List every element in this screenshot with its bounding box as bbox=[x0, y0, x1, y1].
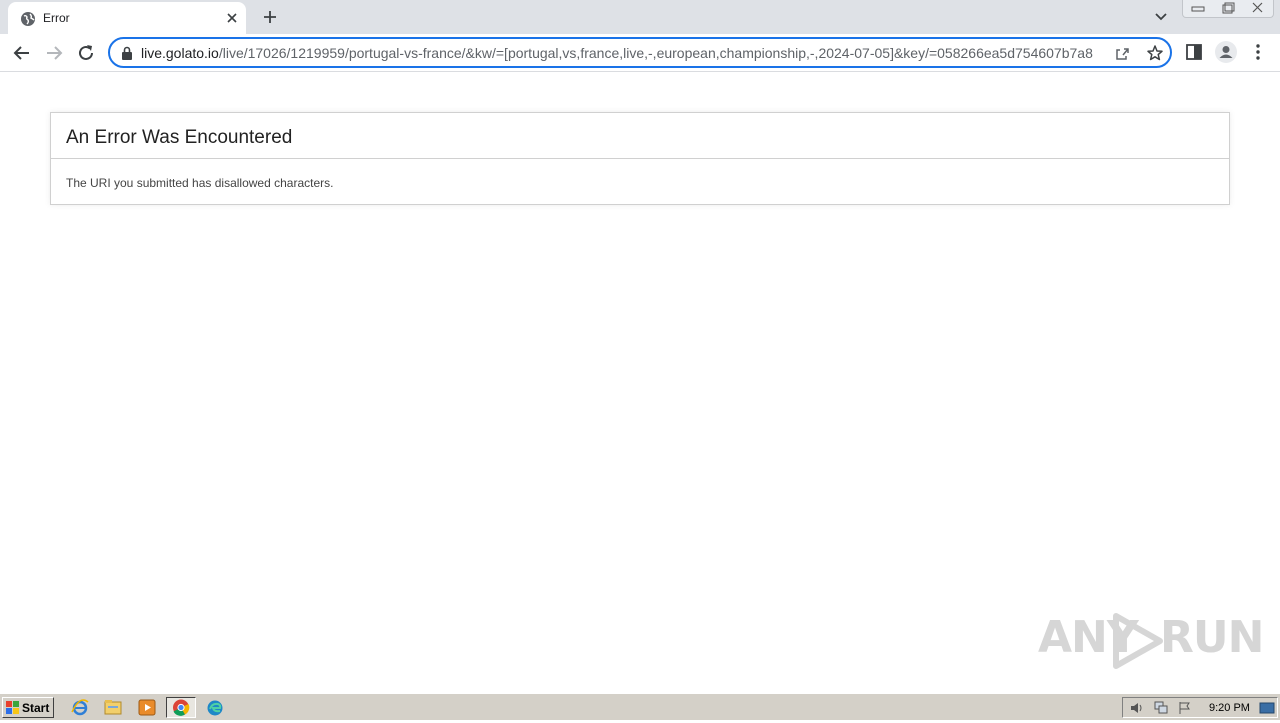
url-text[interactable]: live.golato.io/live/17026/1219959/portug… bbox=[141, 45, 1106, 61]
new-tab-icon[interactable] bbox=[260, 7, 280, 27]
start-button[interactable]: Start bbox=[2, 697, 54, 718]
media-icon bbox=[138, 699, 156, 716]
panel-divider bbox=[51, 158, 1229, 159]
chrome-icon bbox=[173, 699, 190, 716]
url-path: /live/17026/1219959/portugal-vs-france/&… bbox=[218, 45, 1093, 61]
explorer-icon[interactable] bbox=[102, 697, 124, 718]
window-controls bbox=[1182, 0, 1274, 18]
minimize-icon bbox=[1191, 6, 1205, 12]
reload-icon[interactable] bbox=[75, 42, 97, 64]
watermark-right: RUN bbox=[1160, 612, 1264, 663]
lock-icon[interactable] bbox=[121, 46, 133, 60]
side-panel-icon[interactable] bbox=[1185, 43, 1203, 61]
share-icon[interactable] bbox=[1114, 44, 1132, 62]
taskbar: Start 9:20 PM bbox=[0, 693, 1280, 720]
url-host: live.golato.io bbox=[141, 45, 219, 61]
back-arrow-icon[interactable] bbox=[11, 42, 33, 64]
play-logo-icon bbox=[1113, 613, 1163, 669]
close-window-button[interactable] bbox=[1243, 0, 1273, 17]
taskbar-clock[interactable]: 9:20 PM bbox=[1209, 702, 1250, 714]
show-desktop-icon[interactable] bbox=[1259, 701, 1275, 715]
address-bar[interactable]: live.golato.io/live/17026/1219959/portug… bbox=[108, 37, 1172, 68]
error-message: The URI you submitted has disallowed cha… bbox=[66, 176, 334, 190]
windows-logo-icon bbox=[6, 701, 19, 714]
profile-avatar[interactable] bbox=[1215, 41, 1237, 63]
close-tab-icon[interactable] bbox=[224, 10, 240, 26]
network-icon[interactable] bbox=[1153, 701, 1169, 715]
edge-icon[interactable] bbox=[204, 697, 226, 718]
tab-strip: Error bbox=[0, 0, 1280, 34]
folder-icon bbox=[104, 700, 122, 715]
microsoft-edge-icon bbox=[207, 700, 223, 716]
forward-arrow-icon[interactable] bbox=[43, 42, 65, 64]
system-tray: 9:20 PM bbox=[1122, 697, 1278, 718]
tab-title: Error bbox=[43, 11, 70, 25]
anyrun-watermark: ANY RUN bbox=[1038, 612, 1264, 670]
internet-explorer-icon bbox=[71, 699, 89, 716]
tab-error[interactable]: Error bbox=[8, 2, 246, 34]
minimize-button[interactable] bbox=[1183, 0, 1213, 17]
media-player-icon[interactable] bbox=[136, 697, 158, 718]
restore-icon bbox=[1222, 2, 1235, 14]
bookmark-star-icon[interactable] bbox=[1146, 44, 1164, 62]
chrome-taskbar-button[interactable] bbox=[166, 697, 196, 718]
volume-icon[interactable] bbox=[1129, 701, 1145, 715]
close-window-icon bbox=[1252, 2, 1263, 13]
action-center-flag-icon[interactable] bbox=[1177, 701, 1193, 715]
restore-button[interactable] bbox=[1213, 0, 1243, 17]
ie-icon[interactable] bbox=[69, 697, 91, 718]
start-label: Start bbox=[22, 701, 50, 715]
error-panel: An Error Was Encountered The URI you sub… bbox=[50, 112, 1230, 205]
globe-icon bbox=[21, 12, 35, 26]
browser-toolbar: live.golato.io/live/17026/1219959/portug… bbox=[0, 34, 1280, 72]
error-heading: An Error Was Encountered bbox=[66, 127, 293, 148]
chevron-down-icon[interactable] bbox=[1151, 8, 1171, 26]
more-menu-icon[interactable] bbox=[1250, 42, 1266, 62]
person-icon bbox=[1219, 46, 1233, 58]
